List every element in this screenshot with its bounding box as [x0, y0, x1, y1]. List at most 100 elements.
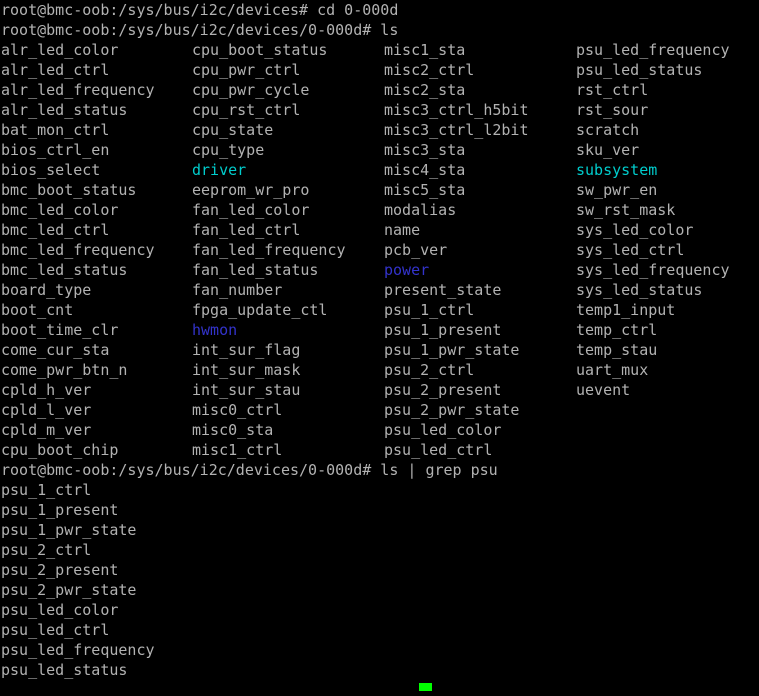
ls-entry-name: name: [384, 221, 421, 239]
ls-entry-pcb_ver: pcb_ver: [384, 241, 448, 259]
ls-entry-boot_time_clr: boot_time_clr: [1, 321, 119, 339]
ls-entry-bmc_boot_status: bmc_boot_status: [1, 181, 137, 199]
ls-entry-uevent: uevent: [576, 381, 631, 399]
ls-row: cpu_boot_chip misc1_ctrl psu_led_ctrl: [0, 440, 759, 460]
ls-entry-temp1_input: temp1_input: [576, 301, 676, 319]
ls-entry-bat_mon_ctrl: bat_mon_ctrl: [1, 121, 110, 139]
ls-entry-bmc_led_status: bmc_led_status: [1, 261, 128, 279]
grep-output-list: psu_1_ctrl psu_1_present psu_1_pwr_stateps…: [0, 480, 759, 680]
grep-result-psu_led_frequency: psu_led_frequency: [1, 641, 155, 659]
ls-entry-cpu_boot_chip: cpu_boot_chip: [1, 441, 119, 459]
ls-entry-sys_led_color: sys_led_color: [576, 221, 694, 239]
ls-entry-alr_led_frequency: alr_led_frequency: [1, 81, 155, 99]
ls-entry-rst_sour: rst_sour: [576, 101, 649, 119]
ls-entry-come_pwr_btn_n: come_pwr_btn_n: [1, 361, 128, 379]
ls-entry-empty: [576, 400, 759, 420]
ls-entry-bmc_led_frequency: bmc_led_frequency: [1, 241, 155, 259]
ls-entry-misc1_sta: misc1_sta: [384, 41, 466, 59]
grep-result-psu_2_pwr_state: psu_2_pwr_state: [1, 581, 137, 599]
ls-entry-fan_led_color: fan_led_color: [192, 201, 310, 219]
ls-entry-fan_led_frequency: fan_led_frequency: [192, 241, 346, 259]
ls-entry-misc5_sta: misc5_sta: [384, 181, 466, 199]
ls-entry-power: power: [384, 261, 430, 279]
ls-entry-scratch: scratch: [576, 121, 640, 139]
ls-row: bios_select driver misc4_sta subsystem: [0, 160, 759, 180]
ls-entry-misc2_ctrl: misc2_ctrl: [384, 61, 475, 79]
ls-entry-fan_led_status: fan_led_status: [192, 261, 319, 279]
ls-row: board_type fan_number present_state sys_led…: [0, 280, 759, 300]
ls-row: bmc_led_ctrl fan_led_ctrl name sys_led_colo…: [0, 220, 759, 240]
ls-entry-cpu_state: cpu_state: [192, 121, 274, 139]
ls-entry-alr_led_status: alr_led_status: [1, 101, 128, 119]
ls-row: alr_led_frequency cpu_pwr_cycle misc2_sta r…: [0, 80, 759, 100]
grep-result-psu_2_ctrl: psu_2_ctrl: [1, 541, 92, 559]
command-line-ls: root@bmc-oob:/sys/bus/i2c/devices/0-000d…: [1, 21, 399, 39]
ls-entry-psu_1_pwr_state: psu_1_pwr_state: [384, 341, 520, 359]
ls-entry-bmc_led_color: bmc_led_color: [1, 201, 119, 219]
ls-entry-empty: [576, 420, 759, 440]
ls-entry-temp_ctrl: temp_ctrl: [576, 321, 658, 339]
grep-result-psu_2_present: psu_2_present: [1, 561, 119, 579]
ls-entry-alr_led_ctrl: alr_led_ctrl: [1, 61, 110, 79]
ls-entry-fan_number: fan_number: [192, 281, 283, 299]
ls-entry-boot_cnt: boot_cnt: [1, 301, 74, 319]
ls-entry-psu_2_ctrl: psu_2_ctrl: [384, 361, 475, 379]
ls-entry-modalias: modalias: [384, 201, 457, 219]
ls-output-grid: alr_led_color cpu_boot_status misc1_sta psu…: [0, 40, 759, 460]
ls-entry-misc2_sta: misc2_sta: [384, 81, 466, 99]
ls-entry-misc1_ctrl: misc1_ctrl: [192, 441, 283, 459]
ls-entry-sys_led_status: sys_led_status: [576, 281, 703, 299]
ls-entry-psu_1_ctrl: psu_1_ctrl: [384, 301, 475, 319]
grep-result-psu_1_ctrl: psu_1_ctrl: [1, 481, 92, 499]
ls-row: bat_mon_ctrl cpu_state misc3_ctrl_l2bit scr…: [0, 120, 759, 140]
ls-entry-fpga_update_ctl: fpga_update_ctl: [192, 301, 328, 319]
ls-entry-cpld_l_ver: cpld_l_ver: [1, 401, 92, 419]
ls-entry-sys_led_frequency: sys_led_frequency: [576, 261, 730, 279]
ls-entry-driver: driver: [192, 161, 247, 179]
ls-entry-int_sur_mask: int_sur_mask: [192, 361, 301, 379]
ls-row: boot_time_clr hwmon psu_1_present temp_ctrl: [0, 320, 759, 340]
ls-entry-sw_pwr_en: sw_pwr_en: [576, 181, 658, 199]
terminal-window[interactable]: root@bmc-oob:/sys/bus/i2c/devices# cd 0-…: [0, 0, 759, 691]
ls-entry-int_sur_flag: int_sur_flag: [192, 341, 301, 359]
ls-entry-uart_mux: uart_mux: [576, 361, 649, 379]
text-cursor: [419, 683, 432, 691]
grep-result-psu_1_present: psu_1_present: [1, 501, 119, 519]
ls-entry-bmc_led_ctrl: bmc_led_ctrl: [1, 221, 110, 239]
grep-result-psu_led_ctrl: psu_led_ctrl: [1, 621, 110, 639]
ls-row: boot_cnt fpga_update_ctl psu_1_ctrl temp1_i…: [0, 300, 759, 320]
ls-row: come_cur_sta int_sur_flag psu_1_pwr_state t…: [0, 340, 759, 360]
ls-entry-hwmon: hwmon: [192, 321, 238, 339]
ls-entry-misc0_ctrl: misc0_ctrl: [192, 401, 283, 419]
ls-entry-come_cur_sta: come_cur_sta: [1, 341, 110, 359]
ls-entry-misc3_ctrl_l2bit: misc3_ctrl_l2bit: [384, 121, 529, 139]
ls-entry-cpu_pwr_cycle: cpu_pwr_cycle: [192, 81, 310, 99]
ls-entry-board_type: board_type: [1, 281, 92, 299]
ls-entry-misc0_sta: misc0_sta: [192, 421, 274, 439]
ls-entry-psu_2_pwr_state: psu_2_pwr_state: [384, 401, 520, 419]
ls-row: cpld_l_ver misc0_ctrl psu_2_pwr_state: [0, 400, 759, 420]
grep-result-psu_led_status: psu_led_status: [1, 661, 128, 679]
ls-entry-temp_stau: temp_stau: [576, 341, 658, 359]
ls-entry-cpu_rst_ctrl: cpu_rst_ctrl: [192, 101, 301, 119]
ls-entry-misc3_ctrl_h5bit: misc3_ctrl_h5bit: [384, 101, 529, 119]
ls-entry-cpu_pwr_ctrl: cpu_pwr_ctrl: [192, 61, 301, 79]
ls-entry-int_sur_stau: int_sur_stau: [192, 381, 301, 399]
ls-row: alr_led_ctrl cpu_pwr_ctrl misc2_ctrl psu_le…: [0, 60, 759, 80]
ls-entry-sw_rst_mask: sw_rst_mask: [576, 201, 676, 219]
ls-entry-subsystem: subsystem: [576, 161, 658, 179]
ls-entry-fan_led_ctrl: fan_led_ctrl: [192, 221, 301, 239]
grep-result-psu_1_pwr_state: psu_1_pwr_state: [1, 521, 137, 539]
ls-entry-bios_ctrl_en: bios_ctrl_en: [1, 141, 110, 159]
ls-row: alr_led_color cpu_boot_status misc1_sta psu…: [0, 40, 759, 60]
cursor-row: [0, 680, 759, 696]
ls-entry-alr_led_color: alr_led_color: [1, 41, 119, 59]
ls-entry-psu_led_ctrl: psu_led_ctrl: [384, 441, 493, 459]
command-line-ls-grep-psu: root@bmc-oob:/sys/bus/i2c/devices/0-000d…: [1, 461, 498, 479]
ls-row: come_pwr_btn_n int_sur_mask psu_2_ctrl uart…: [0, 360, 759, 380]
ls-entry-sys_led_ctrl: sys_led_ctrl: [576, 241, 685, 259]
ls-entry-misc3_sta: misc3_sta: [384, 141, 466, 159]
ls-row: cpld_h_ver int_sur_stau psu_2_present ueven…: [0, 380, 759, 400]
ls-row: alr_led_status cpu_rst_ctrl misc3_ctrl_h5b…: [0, 100, 759, 120]
ls-entry-misc4_sta: misc4_sta: [384, 161, 466, 179]
